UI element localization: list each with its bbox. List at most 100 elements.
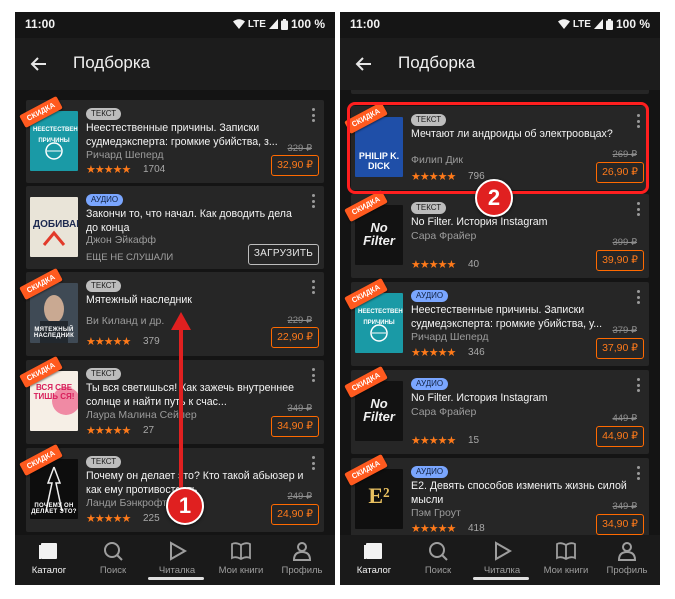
book-author: Ви Киланд и др. (86, 315, 165, 327)
status-bar: 11:00 LTE 100 % (340, 12, 660, 38)
price-button[interactable]: 22,90 ₽ (271, 327, 319, 348)
listen-status: ЕЩЕ НЕ СЛУШАЛИ (86, 252, 174, 263)
nav-reader-label: Читалка (158, 565, 196, 576)
book-author: Джон Эйкафф (86, 234, 157, 246)
book-title: Мятежный наследник (86, 294, 192, 306)
price-button[interactable]: 39,90 ₽ (596, 250, 644, 271)
old-price: 329 ₽ (287, 143, 312, 154)
cover-title: No Filter (363, 396, 395, 424)
back-arrow-icon[interactable] (29, 54, 49, 74)
phone-screen-left: 11:00 LTE 100 % Подборка СКИДКА НЕЕСТЕСТ… (15, 12, 335, 585)
nav-profile[interactable]: Профиль (270, 541, 334, 576)
more-options-icon[interactable] (312, 194, 316, 208)
step-2-marker: 2 (475, 179, 513, 217)
price-button[interactable]: 24,90 ₽ (271, 504, 319, 525)
nav-reader[interactable]: Читалка (145, 541, 209, 576)
book-card[interactable]: СКИДКА НЕЕСТЕСТВЕННЫЕ ПРИЧИНЫ ТЕКСТ Неес… (19, 95, 324, 183)
book-card[interactable]: СКИДКА НЕЕСТЕСТВЕННЫЕ ПРИЧИНЫ АУДИО Неес… (344, 277, 649, 366)
rating-count: 225 (143, 513, 160, 524)
status-icons: LTE 100 % (557, 17, 650, 31)
app-header: Подборка (340, 38, 660, 90)
nav-my-books[interactable]: Мои книги (534, 541, 598, 576)
wifi-icon (232, 19, 245, 29)
format-tag: ТЕКСТ (86, 368, 122, 380)
search-icon (429, 542, 448, 561)
price-button[interactable]: 37,90 ₽ (596, 338, 644, 359)
battery-icon (605, 18, 613, 30)
battery-level: 100 % (290, 17, 325, 31)
rating-stars: ★★★★★ (86, 425, 131, 437)
profile-icon (292, 542, 312, 561)
book-author: Ланди Бэнкрофт (86, 497, 167, 509)
format-tag: АУДИО (411, 290, 449, 302)
more-options-icon[interactable] (312, 368, 316, 382)
more-options-icon[interactable] (637, 466, 641, 480)
old-price: 349 ₽ (287, 403, 312, 414)
book-title: Ты вся светишься! Как зажечь внутреннее … (86, 382, 294, 408)
format-tag: ТЕКСТ (86, 108, 122, 120)
nav-search[interactable]: Поиск (406, 541, 470, 576)
price-button[interactable]: 34,90 ₽ (271, 416, 319, 437)
nav-profile[interactable]: Профиль (595, 541, 659, 576)
nav-catalog[interactable]: Каталог (17, 541, 81, 576)
nav-catalog[interactable]: Каталог (342, 541, 406, 576)
nav-my-books-label: Мои книги (543, 565, 589, 576)
book-title: Неестественные причины. Записки судмедэк… (411, 304, 603, 330)
rating-stars: ★★★★★ (411, 523, 456, 535)
more-options-icon[interactable] (312, 280, 316, 294)
rating-count: 346 (468, 347, 485, 358)
app-header: Подборка (15, 38, 335, 90)
battery-icon (280, 18, 288, 30)
price-button[interactable]: 44,90 ₽ (596, 426, 644, 447)
scroll-up-arrow (171, 312, 191, 512)
wifi-icon (557, 19, 570, 29)
page-title: Подборка (73, 53, 151, 72)
book-author: Сара Фрайер (411, 230, 477, 242)
back-arrow-icon[interactable] (354, 54, 374, 74)
page-title: Подборка (398, 53, 476, 72)
phone-screen-right: 11:00 LTE 100 % Подборка ★★★★★ 575 СКИДК… (340, 12, 660, 585)
old-price: 229 ₽ (287, 315, 312, 326)
home-indicator[interactable] (148, 577, 204, 580)
battery-level: 100 % (615, 17, 650, 31)
old-price: 399 ₽ (612, 237, 637, 248)
format-tag: ТЕКСТ (411, 202, 447, 214)
cover-title: МЯТЕЖНЫЙ НАСЛЕДНИК (33, 327, 75, 339)
rating-count: 27 (143, 425, 155, 436)
more-options-icon[interactable] (312, 108, 316, 122)
nav-catalog-label: Каталог (356, 565, 392, 576)
book-cover: ДОБИВАЙ (30, 197, 78, 257)
rating-count: 40 (468, 259, 480, 270)
nav-reader[interactable]: Читалка (470, 541, 534, 576)
book-card[interactable]: СКИДКА No Filter АУДИО No Filter. Истори… (344, 365, 649, 454)
book-card[interactable]: ДОБИВАЙ АУДИО Закончи то, что начал. Как… (26, 186, 324, 269)
network-label: LTE (247, 18, 266, 30)
price-button[interactable]: 32,90 ₽ (271, 155, 319, 176)
status-icons: LTE 100 % (232, 17, 325, 31)
book-title: Закончи то, что начал. Как доводить дела… (86, 208, 292, 234)
cover-title: ПОЧЕМУ ОН ДЕЛАЕТ ЭТО? (31, 503, 77, 515)
book-title: No Filter. История Instagram (411, 392, 548, 404)
book-card[interactable]: СКИДКА E² АУДИО E2. Девять способов изме… (344, 453, 649, 535)
format-tag: ТЕКСТ (86, 456, 122, 468)
home-indicator[interactable] (473, 577, 529, 580)
more-options-icon[interactable] (637, 290, 641, 304)
network-label: LTE (572, 18, 591, 30)
catalog-icon (39, 543, 57, 559)
more-options-icon[interactable] (637, 202, 641, 216)
nav-my-books[interactable]: Мои книги (209, 541, 273, 576)
nav-search[interactable]: Поиск (81, 541, 145, 576)
nav-catalog-label: Каталог (31, 565, 67, 576)
rating-count: 379 (143, 336, 160, 347)
more-options-icon[interactable] (312, 456, 316, 470)
nav-profile-label: Профиль (281, 565, 323, 576)
more-options-icon[interactable] (637, 378, 641, 392)
book-title: No Filter. История Instagram (411, 216, 548, 228)
book-card-partial[interactable]: ★★★★★ 575 (351, 90, 649, 94)
open-book-icon (556, 542, 576, 561)
format-tag: АУДИО (411, 466, 449, 478)
rating-stars: ★★★★★ (86, 336, 131, 348)
book-list[interactable]: ★★★★★ 575 СКИДКА PHILIP K. DICK ТЕКСТ Ме… (340, 90, 660, 535)
download-button[interactable]: ЗАГРУЗИТЬ (248, 244, 319, 265)
price-button[interactable]: 34,90 ₽ (596, 514, 644, 535)
